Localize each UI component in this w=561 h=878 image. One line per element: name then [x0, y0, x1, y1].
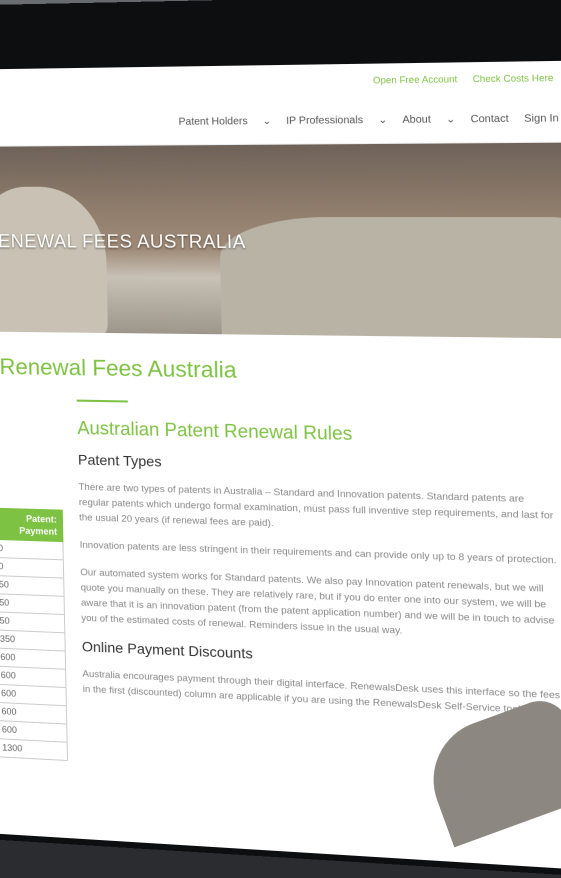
chevron-down-icon: ⌄: [445, 113, 456, 126]
check-costs-link[interactable]: Check Costs Here: [472, 73, 553, 85]
fees-table: Patent: Payment 0 0 50 50 50 350 600 600…: [0, 507, 69, 762]
hero-banner: RENEWAL FEES AUSTRALIA: [0, 142, 561, 339]
page-title: t Renewal Fees Australia: [0, 353, 237, 383]
hero-title: RENEWAL FEES AUSTRALIA: [0, 231, 247, 253]
chevron-down-icon: ⌄: [378, 114, 388, 126]
paragraph: Australia encourages payment through the…: [82, 668, 561, 716]
subsection-title: Patent Types: [77, 451, 162, 470]
main-nav: Patent Holders ⌄ IP Professionals ⌄ About ⌄…: [0, 94, 561, 147]
title-divider: [76, 399, 128, 403]
nav-item-patent-holders[interactable]: Patent Holders: [178, 115, 247, 127]
nav-item-contact[interactable]: Contact: [471, 113, 509, 125]
table-row: 50: [0, 575, 65, 597]
paragraph: Our automated system works for Standard …: [80, 566, 555, 637]
table-row: 1300: [0, 739, 69, 762]
open-account-link[interactable]: Open Free Account: [373, 74, 457, 86]
rock-image: [0, 186, 109, 339]
section-title: Australian Patent Renewal Rules: [77, 417, 353, 445]
rock-image: [219, 217, 561, 339]
paragraph: Innovation patents are less stringent in…: [79, 539, 557, 567]
nav-item-ip-professionals[interactable]: IP Professionals: [286, 114, 363, 126]
table-row: 0: [0, 557, 65, 579]
chevron-down-icon: ⌄: [262, 115, 272, 127]
table-row: 0: [0, 539, 64, 561]
nav-item-sign-in[interactable]: Sign In: [524, 112, 559, 124]
table-header: Patent: Payment: [0, 507, 64, 543]
nav-item-about[interactable]: About: [402, 114, 431, 126]
paragraph: There are two types of patents in Austra…: [78, 481, 554, 530]
